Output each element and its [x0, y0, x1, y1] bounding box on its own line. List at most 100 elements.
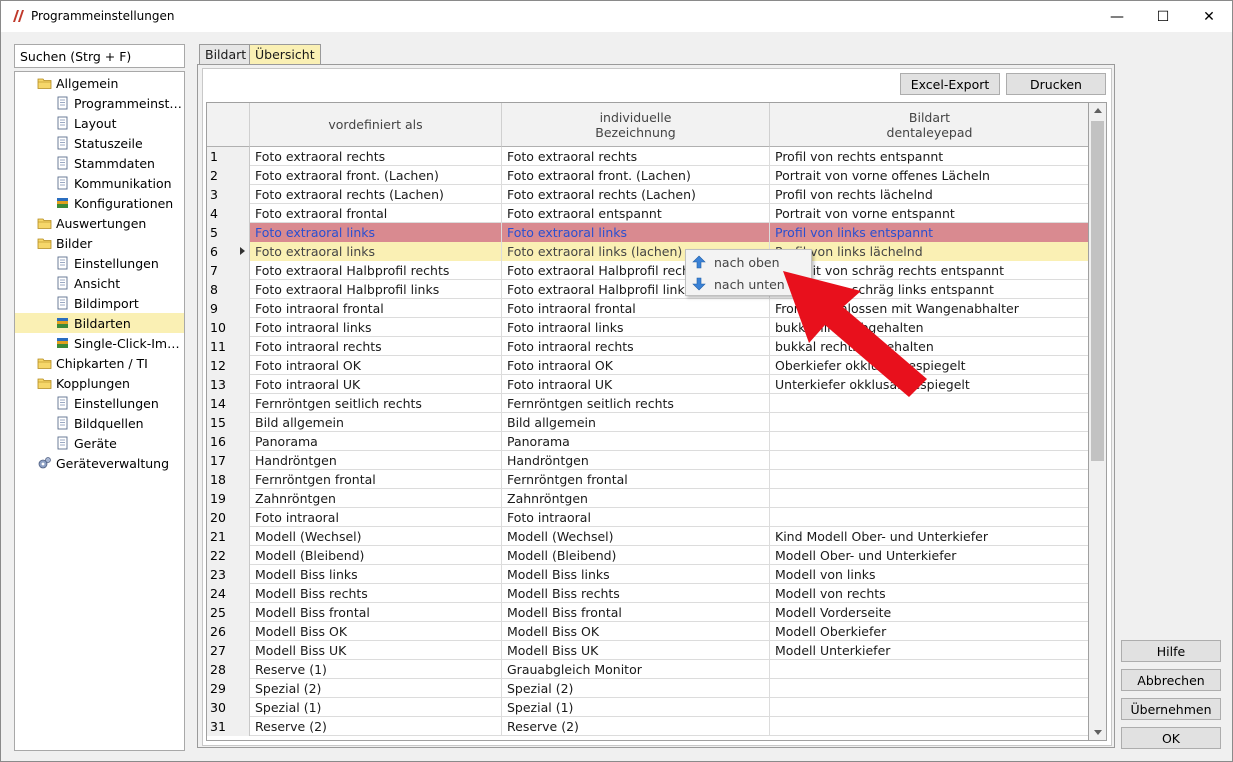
predefined-cell[interactable]: Foto intraoral links [250, 318, 502, 337]
individual-cell[interactable]: Panorama [502, 432, 770, 451]
individual-cell[interactable]: Foto intraoral links [502, 318, 770, 337]
predefined-cell[interactable]: Fernröntgen seitlich rechts [250, 394, 502, 413]
predefined-cell[interactable]: Foto intraoral UK [250, 375, 502, 394]
individual-cell[interactable]: Fernröntgen frontal [502, 470, 770, 489]
dentaleyepad-cell[interactable] [770, 489, 1088, 508]
print-button[interactable]: Drucken [1006, 73, 1106, 95]
predefined-cell[interactable]: Modell (Wechsel) [250, 527, 502, 546]
close-button[interactable]: ✕ [1186, 1, 1232, 32]
tree-item[interactable]: Programmeinst… [55, 93, 184, 113]
predefined-cell[interactable]: Foto extraoral rechts [250, 147, 502, 166]
ok-button[interactable]: OK [1121, 727, 1221, 749]
dentaleyepad-cell[interactable]: Profil von links lächelnd [770, 242, 1088, 261]
individual-cell[interactable]: Foto intraoral frontal [502, 299, 770, 318]
predefined-cell[interactable]: Modell (Bleibend) [250, 546, 502, 565]
tree-item[interactable]: Ansicht [55, 273, 184, 293]
tab-bildart[interactable]: Bildart [199, 44, 253, 65]
table-row[interactable]: 20 Foto intraoral Foto intraoral [207, 508, 1088, 527]
predefined-cell[interactable]: Spezial (1) [250, 698, 502, 717]
table-row[interactable]: 5 Foto extraoral links Foto extraoral link… [207, 223, 1088, 242]
scroll-up-arrow-icon[interactable] [1094, 108, 1102, 113]
grid-vertical-scrollbar[interactable] [1089, 102, 1107, 741]
individual-cell[interactable]: Zahnröntgen [502, 489, 770, 508]
tab-uebersicht[interactable]: Übersicht [249, 44, 321, 66]
individual-cell[interactable]: Modell Biss OK [502, 622, 770, 641]
predefined-cell[interactable]: Foto extraoral Halbprofil rechts [250, 261, 502, 280]
predefined-cell[interactable]: Reserve (2) [250, 717, 502, 736]
column-header-individual[interactable]: individuelle Bezeichnung [502, 103, 770, 147]
tree-item[interactable]: Bildimport [55, 293, 184, 313]
dentaleyepad-cell[interactable]: Modell Vorderseite [770, 603, 1088, 622]
dentaleyepad-cell[interactable] [770, 451, 1088, 470]
table-row[interactable]: 3 Foto extraoral rechts (Lachen) Foto extr… [207, 185, 1088, 204]
individual-cell[interactable]: Spezial (2) [502, 679, 770, 698]
table-row[interactable]: 24 Modell Biss rechts Modell Biss rechts Mo… [207, 584, 1088, 603]
table-row[interactable]: 11 Foto intraoral rechts Foto intraoral re… [207, 337, 1088, 356]
predefined-cell[interactable]: Modell Biss frontal [250, 603, 502, 622]
predefined-cell[interactable]: Foto intraoral OK [250, 356, 502, 375]
predefined-cell[interactable]: Modell Biss OK [250, 622, 502, 641]
minimize-button[interactable]: — [1094, 1, 1140, 32]
dentaleyepad-cell[interactable]: Profil von rechts entspannt [770, 147, 1088, 166]
predefined-cell[interactable]: Bild allgemein [250, 413, 502, 432]
table-row[interactable]: 22 Modell (Bleibend) Modell (Bleibend) Mode… [207, 546, 1088, 565]
tree-item[interactable]: Kommunikation [55, 173, 184, 193]
predefined-cell[interactable]: Modell Biss rechts [250, 584, 502, 603]
table-row[interactable]: 31 Reserve (2) Reserve (2) [207, 717, 1088, 736]
dentaleyepad-cell[interactable]: Profil von rechts lächelnd [770, 185, 1088, 204]
predefined-cell[interactable]: Foto intraoral rechts [250, 337, 502, 356]
predefined-cell[interactable]: Foto extraoral rechts (Lachen) [250, 185, 502, 204]
individual-cell[interactable]: Foto intraoral UK [502, 375, 770, 394]
predefined-cell[interactable]: Zahnröntgen [250, 489, 502, 508]
tree-item[interactable]: Bilder [37, 233, 184, 253]
predefined-cell[interactable]: Foto extraoral Halbprofil links [250, 280, 502, 299]
predefined-cell[interactable]: Foto extraoral links [250, 242, 502, 261]
tree-item[interactable]: Auswertungen [37, 213, 184, 233]
dentaleyepad-cell[interactable]: Modell von links [770, 565, 1088, 584]
table-row[interactable]: 27 Modell Biss UK Modell Biss UK Modell Unt… [207, 641, 1088, 660]
maximize-button[interactable]: ☐ [1140, 1, 1186, 32]
excel-export-button[interactable]: Excel-Export [900, 73, 1000, 95]
table-row[interactable]: 13 Foto intraoral UK Foto intraoral UK Unte… [207, 375, 1088, 394]
table-row[interactable]: 14 Fernröntgen seitlich rechts Fernröntgen… [207, 394, 1088, 413]
tree-item[interactable]: Konfigurationen [55, 193, 184, 213]
column-header-dentaleyepad[interactable]: Bildart dentaleyepad [770, 103, 1088, 147]
individual-cell[interactable]: Modell Biss links [502, 565, 770, 584]
dentaleyepad-cell[interactable] [770, 508, 1088, 527]
table-row[interactable]: 18 Fernröntgen frontal Fernröntgen frontal [207, 470, 1088, 489]
table-row[interactable]: 10 Foto intraoral links Foto intraoral lin… [207, 318, 1088, 337]
column-header-predefined[interactable]: vordefiniert als [250, 103, 502, 147]
cancel-button[interactable]: Abbrechen [1121, 669, 1221, 691]
table-row[interactable]: 15 Bild allgemein Bild allgemein [207, 413, 1088, 432]
dentaleyepad-cell[interactable]: Modell Ober- und Unterkiefer [770, 546, 1088, 565]
table-row[interactable]: 26 Modell Biss OK Modell Biss OK Modell Obe… [207, 622, 1088, 641]
table-row[interactable]: 2 Foto extraoral front. (Lachen) Foto extr… [207, 166, 1088, 185]
dentaleyepad-cell[interactable] [770, 432, 1088, 451]
tree-item[interactable]: Stammdaten [55, 153, 184, 173]
table-row[interactable]: 30 Spezial (1) Spezial (1) [207, 698, 1088, 717]
predefined-cell[interactable]: Foto extraoral links [250, 223, 502, 242]
predefined-cell[interactable]: Panorama [250, 432, 502, 451]
tree-item[interactable]: Statuszeile [55, 133, 184, 153]
predefined-cell[interactable]: Foto extraoral frontal [250, 204, 502, 223]
table-row[interactable]: 21 Modell (Wechsel) Modell (Wechsel) Kind M… [207, 527, 1088, 546]
dentaleyepad-cell[interactable] [770, 413, 1088, 432]
individual-cell[interactable]: Modell Biss frontal [502, 603, 770, 622]
predefined-cell[interactable]: Foto intraoral [250, 508, 502, 527]
dentaleyepad-cell[interactable]: Portrait von vorne offenes Lächeln [770, 166, 1088, 185]
table-row[interactable]: 1 Foto extraoral rechts Foto extraoral rec… [207, 147, 1088, 166]
individual-cell[interactable]: Grauabgleich Monitor [502, 660, 770, 679]
dentaleyepad-cell[interactable] [770, 717, 1088, 736]
table-row[interactable]: 6 Foto extraoral links Foto extraoral link… [207, 242, 1088, 261]
individual-cell[interactable]: Foto extraoral rechts (Lachen) [502, 185, 770, 204]
individual-cell[interactable]: Spezial (1) [502, 698, 770, 717]
individual-cell[interactable]: Reserve (2) [502, 717, 770, 736]
predefined-cell[interactable]: Foto intraoral frontal [250, 299, 502, 318]
tree-item[interactable]: Kopplungen [37, 373, 184, 393]
dentaleyepad-cell[interactable]: Modell Unterkiefer [770, 641, 1088, 660]
dentaleyepad-cell[interactable] [770, 679, 1088, 698]
individual-cell[interactable]: Foto extraoral front. (Lachen) [502, 166, 770, 185]
apply-button[interactable]: Übernehmen [1121, 698, 1221, 720]
table-row[interactable]: 23 Modell Biss links Modell Biss links Mode… [207, 565, 1088, 584]
tree-item[interactable]: Geräte [55, 433, 184, 453]
